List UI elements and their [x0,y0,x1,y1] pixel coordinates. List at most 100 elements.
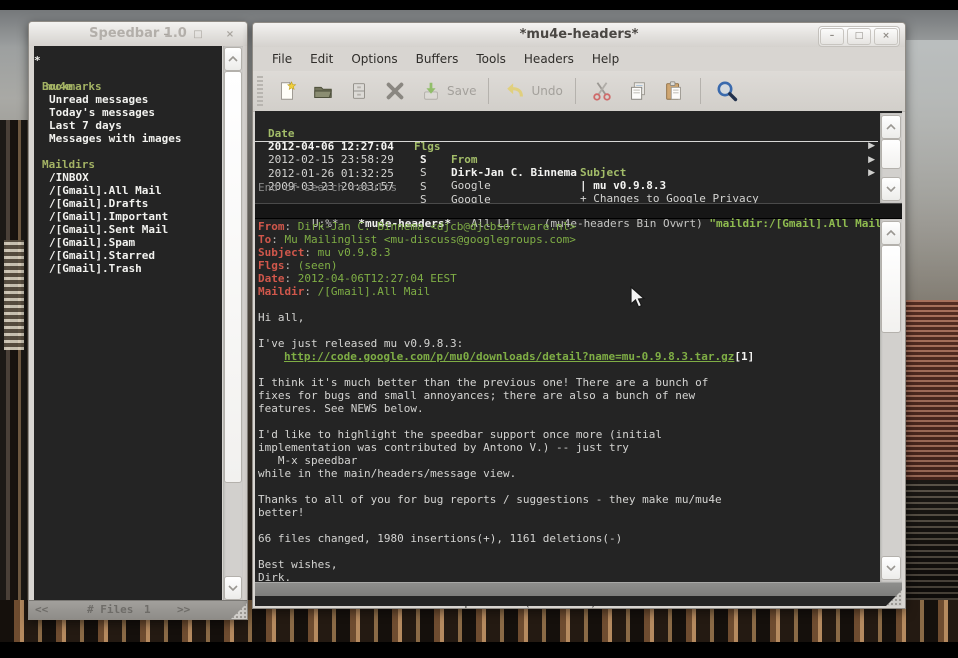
toolbar-separator [488,78,489,104]
speedbar-window: Speedbar 1.0 – □ × * mu4e Bookmarks Unre… [28,21,248,620]
frame-next-button[interactable]: >> [177,603,190,616]
statusbar-count: 1 [144,603,151,616]
truncation-arrow-icon: ▶ [868,167,875,180]
menu-help[interactable]: Help [583,49,628,69]
body-line: Best wishes, [258,558,878,571]
speedbar-item-allmail[interactable]: /[Gmail].All Mail [49,184,222,197]
message-row[interactable]: 2009-03-23 20:03:57 S Gmail Team | Gmail… [255,167,878,181]
menu-headers[interactable]: Headers [515,49,583,69]
headers-scrollbar[interactable] [880,113,902,203]
chevron-up-icon [886,124,896,130]
paste-icon[interactable] [661,78,687,104]
toolbar: Save Undo [253,71,905,112]
body-line: Hi all, [258,311,878,324]
menu-edit[interactable]: Edit [301,49,342,69]
scroll-up-button[interactable] [224,47,242,71]
expand-marker[interactable]: * [34,54,41,67]
speedbar-item-sent[interactable]: /[Gmail].Sent Mail [49,223,222,236]
menu-tools[interactable]: Tools [467,49,515,69]
speedbar-item-last7[interactable]: Last 7 days [49,119,222,132]
copy-icon[interactable] [625,78,651,104]
toolbar-separator [700,78,701,104]
mu4e-headers-buffer: Date Flgs From Subject 2012-04-06 12:27:… [255,111,878,203]
file-cabinet-icon[interactable] [346,78,372,104]
speedbar-buffer: * mu4e Bookmarks Unread messages Today's… [34,46,222,601]
mu4e-title: *mu4e-headers* [253,27,905,42]
minimize-button[interactable]: – [155,28,177,43]
speedbar-root-line[interactable]: * mu4e [34,54,222,67]
chevron-down-icon [228,585,238,591]
desktop: Speedbar 1.0 – □ × * mu4e Bookmarks Unre… [0,0,958,658]
save-label[interactable]: Save [447,84,476,98]
toolbar-separator [575,78,576,104]
toolbar-handle[interactable] [257,76,263,106]
maximize-button[interactable]: □ [847,28,871,45]
new-file-icon[interactable] [274,78,300,104]
mu4e-titlebar[interactable]: *mu4e-headers* – □ × [253,23,905,47]
wallpaper-brick-tower [904,300,958,490]
message-row[interactable]: 2012-02-15 23:58:29 S Google + Changes t… [255,140,878,154]
scroll-down-button[interactable] [881,556,901,580]
body-line: better! [258,506,878,519]
scrollbar-thumb[interactable] [881,139,901,169]
field-flags: Flgs: (seen) [258,259,878,272]
menu-options[interactable]: Options [342,49,406,69]
undo-icon[interactable] [502,78,528,104]
close-button[interactable]: × [219,28,241,43]
body-line: I think it's much better than the previo… [258,376,878,389]
speedbar-scrollbar[interactable] [223,46,243,601]
field-maildir: Maildir: /[Gmail].All Mail [258,285,878,298]
search-icon[interactable] [714,78,740,104]
body-line: features. See NEWS below. [258,402,878,415]
menu-buffers[interactable]: Buffers [407,49,468,69]
headers-column-row[interactable]: Date Flgs From Subject [255,114,878,128]
frame-prev-button[interactable]: << [35,603,48,616]
close-button[interactable]: × [874,28,898,45]
body-line: I've just released mu v0.9.8.3: [258,337,878,350]
minimize-button[interactable]: – [820,28,844,45]
message-row[interactable]: 2012-01-26 01:32:25 S Google \ Changes t… [255,154,878,168]
scroll-up-button[interactable] [881,115,901,139]
menu-file[interactable]: File [263,49,301,69]
speedbar-item-inbox[interactable]: /INBOX [49,171,222,184]
maximize-button[interactable]: □ [187,28,209,43]
undo-label[interactable]: Undo [531,84,562,98]
cut-icon[interactable] [589,78,615,104]
speedbar-item-important[interactable]: /[Gmail].Important [49,210,222,223]
scrollbar-thumb[interactable] [224,71,242,483]
body-line: Thanks to all of you for bug reports / s… [258,493,878,506]
field-date: Date: 2012-04-06T12:27:04 EEST [258,272,878,285]
footnote-ref: [1] [734,350,754,363]
scrollbar-thumb[interactable] [881,245,901,333]
body-line: Dirk. [258,571,878,582]
scroll-down-button[interactable] [224,576,242,600]
speedbar-heading-bookmarks: Bookmarks [42,80,222,93]
speedbar-titlebar[interactable]: Speedbar 1.0 – □ × [29,22,247,46]
speedbar-item-today[interactable]: Today's messages [49,106,222,119]
save-icon[interactable] [418,78,444,104]
body-line: fixes for bugs and small annoyances; the… [258,389,878,402]
open-folder-icon[interactable] [310,78,336,104]
speedbar-statusbar: << # Files 1 >> [29,600,247,619]
speedbar-item-spam[interactable]: /[Gmail].Spam [49,236,222,249]
chevron-up-icon [886,230,896,236]
speedbar-item-images[interactable]: Messages with images [49,132,222,145]
wallpaper-building-cream [4,240,24,350]
scroll-down-button[interactable] [881,177,901,201]
field-subject: Subject: mu v0.9.8.3 [258,246,878,259]
speedbar-item-starred[interactable]: /[Gmail].Starred [49,249,222,262]
speedbar-heading-maildirs: Maildirs [42,158,222,171]
minibuffer[interactable] [255,596,902,606]
speedbar-item-drafts[interactable]: /[Gmail].Drafts [49,197,222,210]
scroll-up-button[interactable] [881,221,901,245]
statusbar-label: # Files [87,603,133,616]
speedbar-item-trash[interactable]: /[Gmail].Trash [49,262,222,275]
close-buffer-icon[interactable] [382,78,408,104]
download-link[interactable]: http://code.google.com/p/mu0/downloads/d… [284,350,734,363]
body-line: implementation was contributed by Antono… [258,441,878,454]
resize-grip[interactable] [231,603,247,619]
chevron-up-icon [228,56,238,62]
chevron-down-icon [886,186,896,192]
speedbar-item-unread[interactable]: Unread messages [49,93,222,106]
view-scrollbar[interactable] [880,219,902,582]
